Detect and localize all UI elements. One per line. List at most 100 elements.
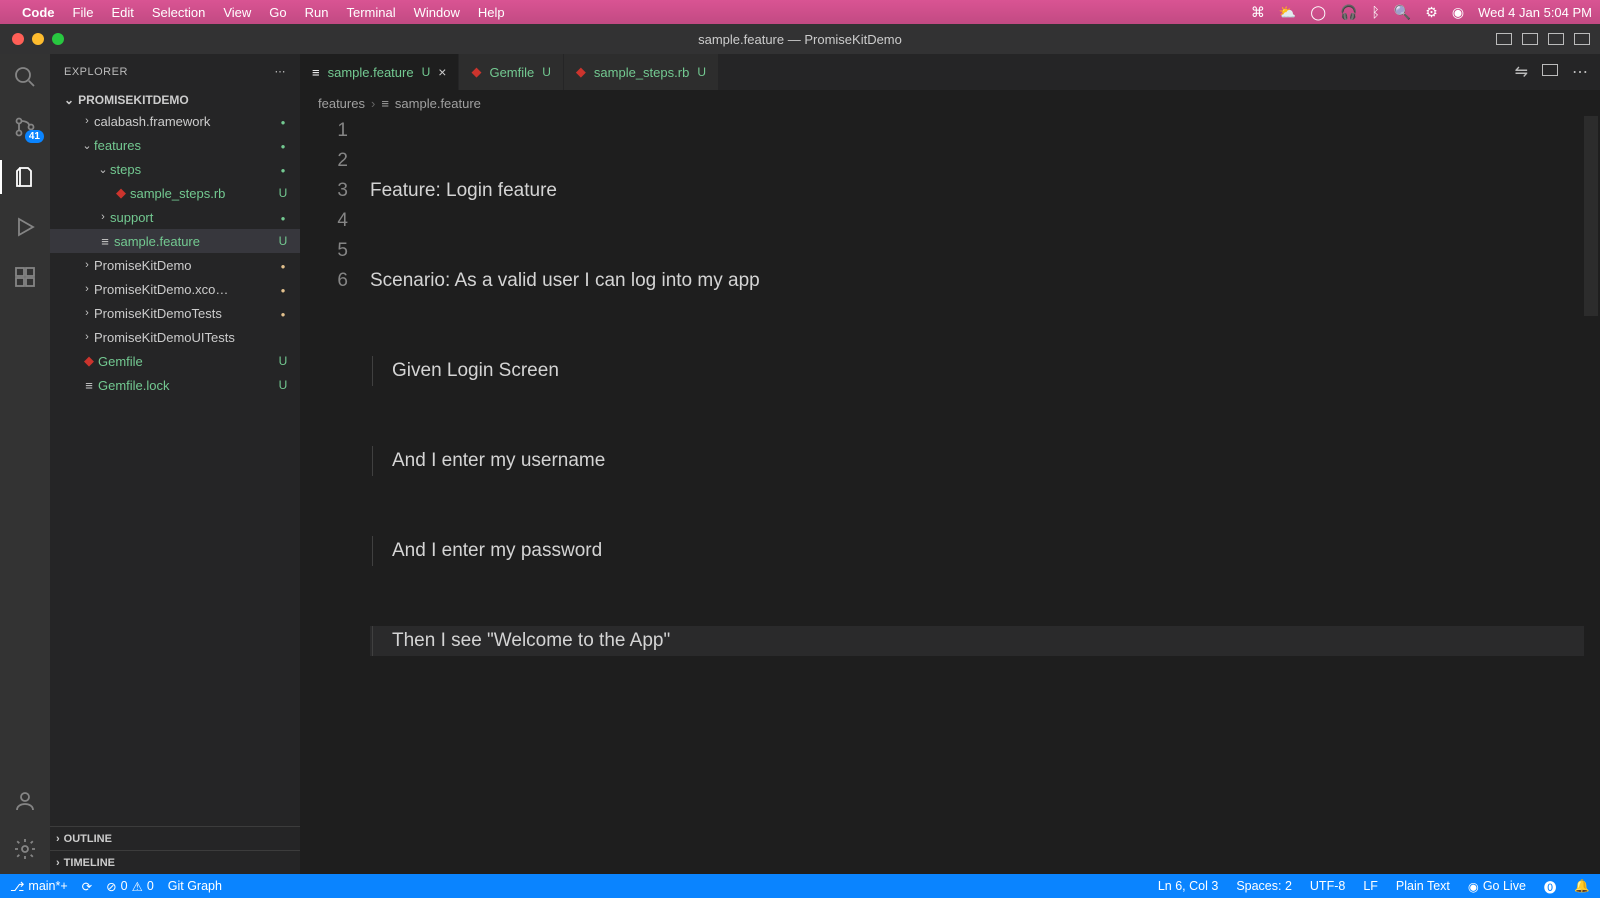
traffic-lights xyxy=(0,33,64,45)
file-gemfile[interactable]: ◆GemfileU xyxy=(50,349,300,373)
language-mode[interactable]: Plain Text xyxy=(1396,879,1450,893)
menubar-clock[interactable]: Wed 4 Jan 5:04 PM xyxy=(1478,5,1592,20)
code-lines[interactable]: Feature: Login feature Scenario: As a va… xyxy=(370,116,1600,874)
user-icon[interactable]: ◯ xyxy=(1310,4,1326,21)
layout-toggle-icon[interactable] xyxy=(1496,33,1512,45)
cursor-position[interactable]: Ln 6, Col 3 xyxy=(1158,879,1218,893)
eol-status[interactable]: LF xyxy=(1363,879,1378,893)
git-graph-button[interactable]: Git Graph xyxy=(168,879,222,893)
menu-help[interactable]: Help xyxy=(478,5,505,20)
chevron-right-icon: › xyxy=(371,96,375,111)
source-control-icon[interactable]: 41 xyxy=(12,114,38,140)
minimap[interactable] xyxy=(1584,116,1598,874)
layout-toggle-icon[interactable] xyxy=(1548,33,1564,45)
split-editor-icon[interactable] xyxy=(1542,63,1558,81)
folder-features[interactable]: ⌄features xyxy=(50,133,300,157)
feedback-icon[interactable]: ⓿ xyxy=(1544,877,1557,896)
spotlight-icon[interactable]: 🔍 xyxy=(1394,4,1411,21)
folder-promisekitdemouitests[interactable]: ›PromiseKitDemoUITests xyxy=(50,325,300,349)
siri-icon[interactable]: ◉ xyxy=(1452,4,1464,21)
menu-view[interactable]: View xyxy=(223,5,251,20)
minimize-window-button[interactable] xyxy=(32,33,44,45)
menu-window[interactable]: Window xyxy=(414,5,460,20)
settings-gear-icon[interactable] xyxy=(12,836,38,862)
breadcrumbs[interactable]: features › ≡ sample.feature xyxy=(300,90,1600,116)
tab-status: U xyxy=(542,65,551,79)
minimap-thumb[interactable] xyxy=(1584,116,1598,316)
close-window-button[interactable] xyxy=(12,33,24,45)
layout-toggle-icon[interactable] xyxy=(1574,33,1590,45)
menu-app[interactable]: Code xyxy=(22,5,55,20)
tab-sample-feature[interactable]: ≡ sample.feature U × xyxy=(300,54,459,90)
folder-label: steps xyxy=(110,162,274,177)
outline-section[interactable]: ›OUTLINE xyxy=(50,826,300,850)
git-branch-status[interactable]: ⎇main*+ xyxy=(10,879,68,894)
code-editor[interactable]: 123456 Feature: Login feature Scenario: … xyxy=(300,116,1600,874)
code-line[interactable]: Then I see "Welcome to the App" xyxy=(370,626,1590,656)
folder-promisekitdemo-xco[interactable]: ›PromiseKitDemo.xco… xyxy=(50,277,300,301)
editor-tabs: ≡ sample.feature U × ◆ Gemfile U ◆ sampl… xyxy=(300,54,1600,90)
folder-promisekitdemo[interactable]: ›PromiseKitDemo xyxy=(50,253,300,277)
menu-file[interactable]: File xyxy=(73,5,94,20)
activity-bar: 41 xyxy=(0,54,50,874)
folder-label: PromiseKitDemoTests xyxy=(94,306,274,321)
sync-icon[interactable]: ⟳ xyxy=(82,879,92,894)
extensions-icon[interactable] xyxy=(12,264,38,290)
bell-icon[interactable]: 🔔 xyxy=(1574,879,1590,894)
workspace-root[interactable]: ⌄PROMISEKITDEMO xyxy=(50,89,300,107)
menu-terminal[interactable]: Terminal xyxy=(347,5,396,20)
breadcrumb-part[interactable]: features xyxy=(318,96,365,111)
window-title: sample.feature — PromiseKitDemo xyxy=(698,32,902,47)
folder-label: PromiseKitDemo xyxy=(94,258,274,273)
warning-icon: ⚠ xyxy=(132,879,143,894)
file-gemfile-lock[interactable]: ≡Gemfile.lockU xyxy=(50,373,300,397)
code-line[interactable]: Feature: Login feature xyxy=(370,176,1590,206)
account-icon[interactable] xyxy=(12,788,38,814)
code-line[interactable]: Given Login Screen xyxy=(370,356,1590,386)
folder-calabash[interactable]: ›calabash.framework xyxy=(50,109,300,133)
section-label: OUTLINE xyxy=(64,833,112,845)
menu-go[interactable]: Go xyxy=(269,5,286,20)
explorer-icon[interactable] xyxy=(12,164,38,190)
file-sample-feature[interactable]: ≡sample.featureU xyxy=(50,229,300,253)
problems-status[interactable]: ⊘0 ⚠0 xyxy=(106,879,154,894)
breadcrumb-part[interactable]: sample.feature xyxy=(395,96,481,111)
timeline-section[interactable]: ›TIMELINE xyxy=(50,850,300,874)
zoom-window-button[interactable] xyxy=(52,33,64,45)
tab-label: Gemfile xyxy=(489,65,534,80)
folder-promisekitdemotests[interactable]: ›PromiseKitDemoTests xyxy=(50,301,300,325)
code-line[interactable]: And I enter my username xyxy=(370,446,1590,476)
status-icon[interactable]: ⌘ xyxy=(1251,4,1265,21)
more-icon[interactable]: ⋯ xyxy=(275,65,287,78)
menu-edit[interactable]: Edit xyxy=(111,5,133,20)
menu-selection[interactable]: Selection xyxy=(152,5,205,20)
file-sample-steps[interactable]: ◆sample_steps.rbU xyxy=(50,181,300,205)
layout-toggle-icon[interactable] xyxy=(1522,33,1538,45)
more-actions-icon[interactable]: ⋯ xyxy=(1572,62,1588,82)
close-tab-icon[interactable]: × xyxy=(438,64,446,80)
tab-status: U xyxy=(697,65,706,79)
folder-label: PromiseKitDemo.xco… xyxy=(94,282,274,297)
folder-steps[interactable]: ⌄steps xyxy=(50,157,300,181)
encoding-status[interactable]: UTF-8 xyxy=(1310,879,1345,893)
bluetooth-icon[interactable]: ᛒ xyxy=(1371,4,1379,20)
code-line[interactable]: And I enter my password xyxy=(370,536,1590,566)
explorer-sidebar: EXPLORER ⋯ ⌄PROMISEKITDEMO ›calabash.fra… xyxy=(50,54,300,874)
go-live-button[interactable]: ◉Go Live xyxy=(1468,879,1526,894)
folder-support[interactable]: ›support xyxy=(50,205,300,229)
search-icon[interactable] xyxy=(12,64,38,90)
compare-changes-icon[interactable]: ⇋ xyxy=(1515,62,1528,82)
indent-status[interactable]: Spaces: 2 xyxy=(1236,879,1292,893)
folder-label: calabash.framework xyxy=(94,114,274,129)
section-label: TIMELINE xyxy=(64,857,115,869)
tab-gemfile[interactable]: ◆ Gemfile U xyxy=(459,54,563,90)
status-icon[interactable]: ⛅ xyxy=(1279,4,1296,21)
file-label: Gemfile.lock xyxy=(98,378,274,393)
tab-sample-steps[interactable]: ◆ sample_steps.rb U xyxy=(564,54,719,90)
code-line[interactable]: Scenario: As a valid user I can log into… xyxy=(370,266,1590,296)
headphones-icon[interactable]: 🎧 xyxy=(1340,4,1357,21)
control-center-icon[interactable]: ⚙ xyxy=(1425,4,1438,21)
menu-run[interactable]: Run xyxy=(305,5,329,20)
run-debug-icon[interactable] xyxy=(12,214,38,240)
scm-badge: 41 xyxy=(25,130,44,143)
